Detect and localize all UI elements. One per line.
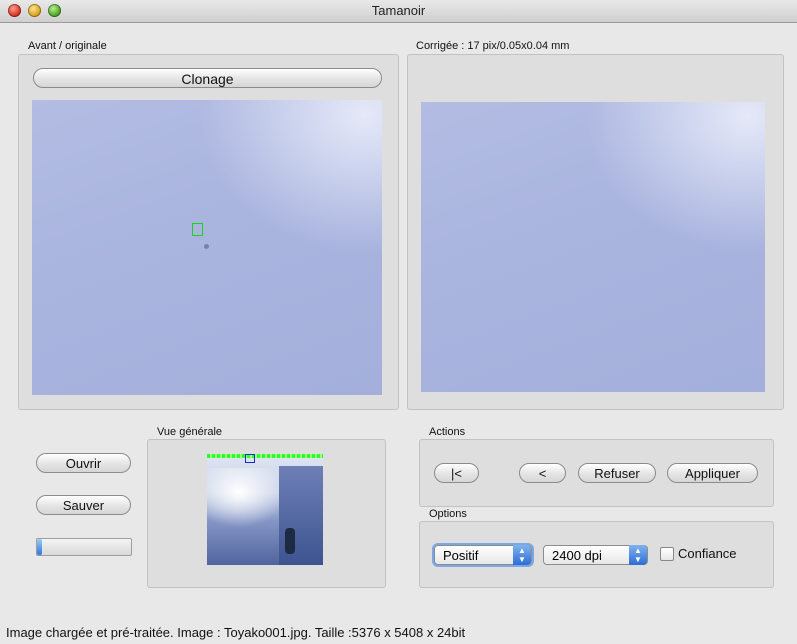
thumbnail-island [285,528,295,554]
status-text: Image chargée et pré-traitée. Image : To… [6,625,466,640]
first-button[interactable]: |< [434,463,479,483]
progress-fill [37,539,42,555]
thumbnail-progress-line [207,454,323,458]
title-bar: Tamanoir [0,0,797,23]
actions-label: Actions [429,426,466,438]
confidence-label: Confiance [678,546,737,561]
dpi-value: 2400 dpi [552,548,602,563]
window-title: Tamanoir [371,3,426,18]
progress-bar [36,538,132,556]
updown-arrows-icon: ▲ ▼ [629,545,647,565]
updown-arrows-icon: ▲ ▼ [513,545,531,565]
original-image[interactable] [32,100,382,395]
apply-button[interactable]: Appliquer [667,463,758,483]
corrected-label: Corrigée : 17 pix/0.05x0.04 mm [416,40,570,52]
mode-value: Positif [443,548,479,563]
confidence-checkbox[interactable] [660,547,674,561]
original-label: Avant / originale [28,40,107,52]
clone-button[interactable]: Clonage [33,68,382,88]
overview-label: Vue générale [157,426,223,438]
open-button[interactable]: Ouvrir [36,453,131,473]
overview-thumbnail[interactable] [207,454,323,565]
previous-button[interactable]: < [519,463,566,483]
dpi-select[interactable]: 2400 dpi ▲ ▼ [543,545,648,565]
save-button[interactable]: Sauver [36,495,131,515]
options-label: Options [429,508,467,520]
dust-spot [204,244,209,249]
thumbnail-cloud [207,468,287,528]
mode-select[interactable]: Positif ▲ ▼ [434,545,532,565]
detection-box[interactable] [192,223,203,236]
corrected-image [421,102,765,392]
thumbnail-position-marker[interactable] [245,454,255,463]
refuse-button[interactable]: Refuser [578,463,656,483]
